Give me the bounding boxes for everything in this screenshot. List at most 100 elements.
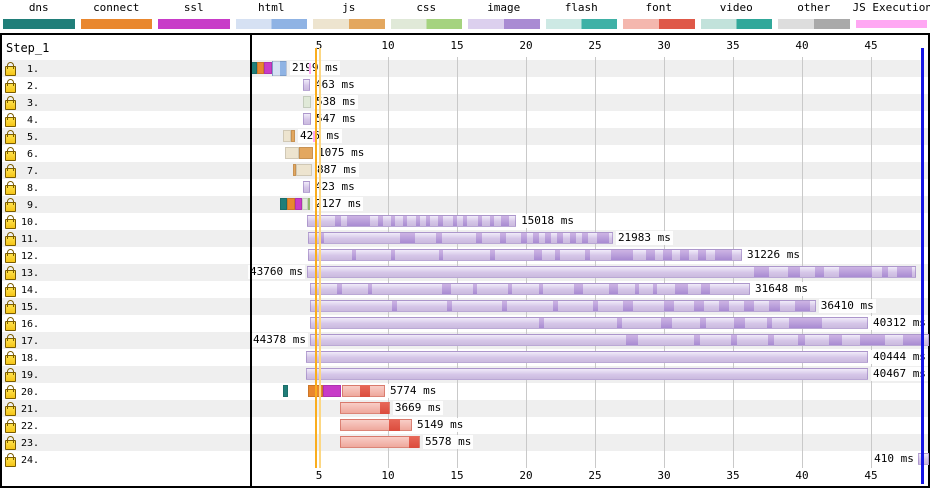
js-execution-tick [309, 63, 311, 74]
request-bar-segment-ssl[interactable] [323, 385, 341, 397]
request-bar-segment-font_bar[interactable] [342, 385, 385, 397]
request-row-21[interactable]: 21. fonts.gstatic....SwiPGQ3q5d0.woff2 [2, 400, 248, 417]
request-row-1[interactable]: 1. www.jeremywagner.me - our-process [2, 60, 248, 77]
axis-tick-label: 40 [782, 39, 822, 52]
download-chunk [416, 216, 420, 226]
request-bar-segment-js_d[interactable] [299, 147, 313, 159]
webpagetest-waterfall-view: dnsconnectsslhtmljscssimageflashfontvide… [0, 0, 930, 488]
request-bar-segment-font_bar[interactable] [340, 436, 420, 448]
request-row-14[interactable]: 14. www.jeremywagn...e - slider-04.jpg [2, 281, 248, 298]
legend-label: html [233, 1, 311, 15]
download-chunk [473, 284, 477, 294]
request-bar-segment-img_striped[interactable] [307, 266, 916, 278]
legend-label: other [775, 1, 853, 15]
legend-item-video: video [698, 0, 776, 33]
request-time-label: 40467 ms [871, 367, 928, 381]
legend-item-ssl: ssl [155, 0, 233, 33]
request-row-17[interactable]: 17. www.jeremywagn...e - slider-08.jpg [2, 332, 248, 349]
request-bar-segment-img_plain[interactable] [306, 351, 868, 363]
legend-label: ssl [155, 1, 233, 15]
request-row-8[interactable]: 8. www.jeremywagn... icon-twitter.svg [2, 179, 248, 196]
lock-icon [5, 202, 16, 212]
lock-icon [5, 355, 16, 365]
download-chunk [897, 267, 912, 277]
legend-label: video [698, 1, 776, 15]
request-row-19[interactable]: 19. www.jeremywagner.me - prev.svg [2, 366, 248, 383]
request-bar-segment-css_l[interactable] [303, 96, 311, 108]
request-bar-segment-dns[interactable] [283, 385, 288, 397]
request-bar-segment-dns[interactable] [280, 198, 287, 210]
request-bar-segment-font_bar[interactable] [340, 402, 390, 414]
request-bar-segment-js_l[interactable] [283, 130, 291, 142]
request-bar-segment-js_l[interactable] [285, 147, 299, 159]
request-row-16[interactable]: 16. www.jeremywagn...e - slider-07.jpg [2, 315, 248, 332]
lock-icon [5, 321, 16, 331]
request-row-23[interactable]: 23. fonts.gstatic....SwiPGQ3q5d0.woff2 [2, 434, 248, 451]
request-bar-segment-img_striped[interactable] [310, 317, 868, 329]
download-chunk [391, 250, 395, 260]
legend-item-font: font [620, 0, 698, 33]
download-chunk [409, 436, 419, 448]
gridline [802, 57, 803, 468]
request-bar-segment-img_plain[interactable] [303, 181, 310, 193]
request-bar-segment-img_plain[interactable] [306, 368, 868, 380]
request-bar-segment-img_striped[interactable] [308, 249, 742, 261]
request-bar-segment-img_striped[interactable] [308, 232, 613, 244]
request-time-label: 3669 ms [393, 401, 443, 415]
request-row-20[interactable]: 20. fonts.gstatic....SwiPGQ3q5d0.woff2 [2, 383, 248, 400]
request-row-18[interactable]: 18. www.jeremywagner.me - next.svg [2, 349, 248, 366]
request-time-label: 36410 ms [819, 299, 876, 313]
lock-icon [5, 304, 16, 314]
request-bar-segment-js_l[interactable] [296, 164, 312, 176]
request-row-11[interactable]: 11. www.jeremywagn...e - slider-02.jpg [2, 230, 248, 247]
download-chunk [635, 284, 639, 294]
download-chunk [646, 250, 655, 260]
request-bar-segment-connect[interactable] [287, 198, 295, 210]
request-bar-segment-connect[interactable] [257, 62, 264, 74]
request-row-12[interactable]: 12. www.jeremywagn...e - slider-03.jpg [2, 247, 248, 264]
download-chunk [442, 284, 451, 294]
request-bar-segment-font_bar[interactable] [340, 419, 412, 431]
request-row-4[interactable]: 4. www.jeremywagn...icon-facebook.svg [2, 111, 248, 128]
request-bar-segment-css_d[interactable] [308, 198, 310, 210]
request-row-15[interactable]: 15. www.jeremywagn...e - slider-05.jpg [2, 298, 248, 315]
axis-tick-label: 30 [644, 469, 684, 482]
request-row-9[interactable]: 9. fonts.googleapis.com - css [2, 196, 248, 213]
request-bar-segment-img_plain[interactable] [303, 113, 311, 125]
legend-label: dns [0, 1, 78, 15]
request-bar-segment-ssl[interactable] [264, 62, 272, 74]
request-row-10[interactable]: 10. www.jeremywagn...e - slider-01.jpg [2, 213, 248, 230]
request-row-2[interactable]: 2. www.jeremywagner.me - logo.svg [2, 77, 248, 94]
download-chunk [502, 301, 507, 311]
request-row-22[interactable]: 22. fonts.gstatic....jx4wXiWtFCc.woff2 [2, 417, 248, 434]
request-bar-segment-img_striped[interactable] [310, 334, 929, 346]
request-row-5[interactable]: 5. www.jeremywagn...ail-decode.min.js [2, 128, 248, 145]
gridline [733, 57, 734, 468]
request-bar-segment-img_striped[interactable] [307, 215, 516, 227]
request-row-6[interactable]: 6. www.jeremywagn...e - jquery.min.js [2, 145, 248, 162]
download-chunk [715, 250, 732, 260]
legend-swatch [468, 19, 540, 29]
request-number: 6. [18, 146, 39, 162]
request-bar-segment-img_striped[interactable] [310, 300, 816, 312]
legend-swatch [81, 19, 153, 29]
legend-item-connect: connect [78, 0, 156, 33]
request-bar-segment-html[interactable] [272, 61, 287, 76]
request-bar-segment-img_striped[interactable] [310, 283, 750, 295]
legend-swatch [546, 19, 618, 29]
request-row-24[interactable]: 24. www.jeremywagner.me - favicon.ico [2, 451, 248, 468]
axis-tick-label: 35 [713, 469, 753, 482]
request-row-7[interactable]: 7. www.jeremywagn...e - scooch.min.js [2, 162, 248, 179]
request-number: 2. [18, 78, 39, 94]
download-chunk [438, 216, 442, 226]
request-bar-segment-js_d[interactable] [291, 130, 295, 142]
request-bar-segment-ssl[interactable] [295, 198, 302, 210]
legend-label: js [310, 1, 388, 15]
lock-icon [5, 406, 16, 416]
axis-tick-label: 20 [506, 39, 546, 52]
step-label: Step_1 [6, 41, 49, 55]
request-row-13[interactable]: 13. www.jeremywagn...e - slider-06.jpg [2, 264, 248, 281]
request-row-3[interactable]: 3. www.jeremywagn...main.345d9bc3.css [2, 94, 248, 111]
lock-icon [5, 440, 16, 450]
request-bar-segment-img_plain[interactable] [303, 79, 310, 91]
